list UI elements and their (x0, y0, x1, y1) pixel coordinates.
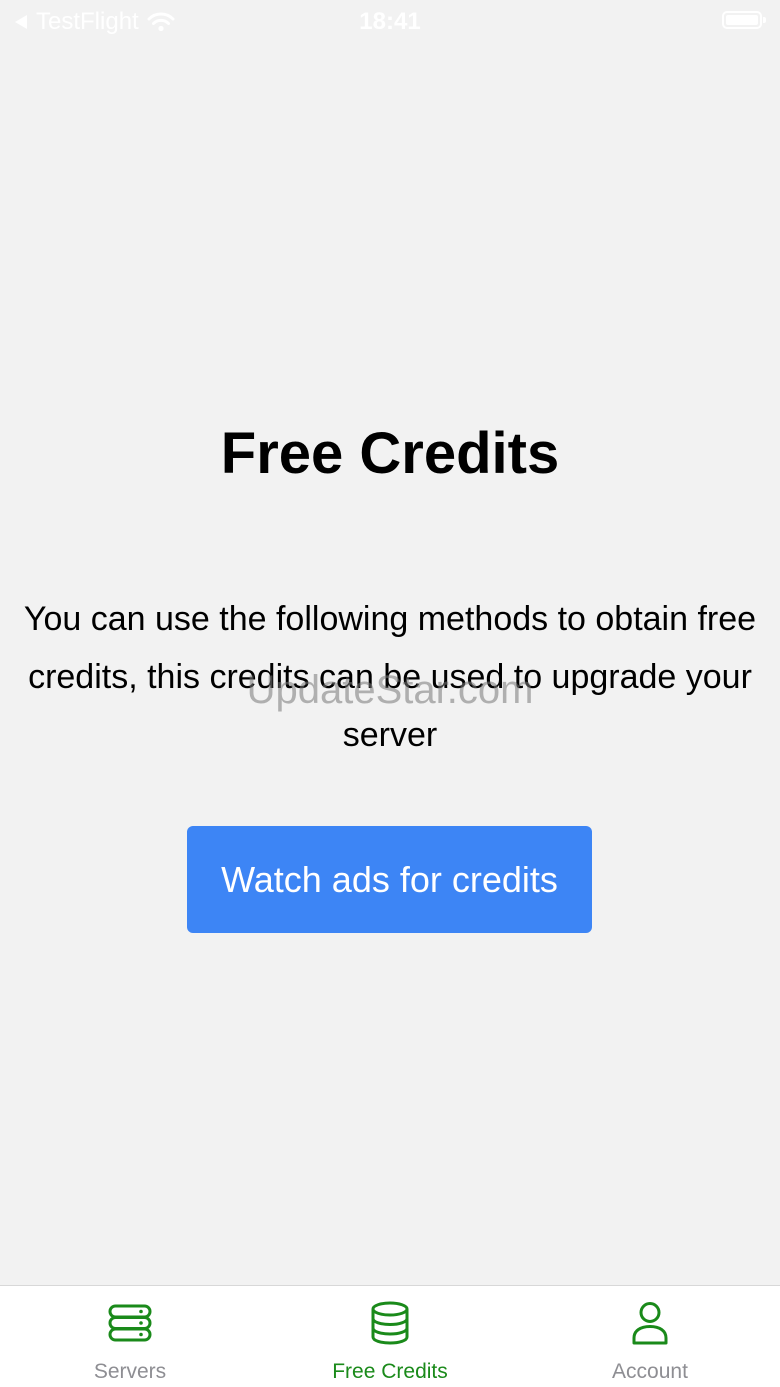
tab-bar: Servers Free Credits Account (0, 1285, 780, 1387)
server-icon (108, 1304, 152, 1342)
tab-free-credits[interactable]: Free Credits (260, 1286, 520, 1387)
page-title: Free Credits (220, 421, 560, 486)
battery-icon (722, 11, 766, 29)
tab-servers[interactable]: Servers (0, 1286, 260, 1387)
status-time: 18:41 (359, 8, 421, 35)
tab-account-label: Account (612, 1360, 688, 1383)
person-icon (632, 1302, 668, 1345)
credits-description: You can use the following methods to obt… (23, 600, 757, 754)
watch-ads-button[interactable]: Watch ads for credits (187, 826, 592, 933)
tab-free-credits-label: Free Credits (332, 1360, 448, 1383)
tab-servers-label: Servers (93, 1360, 167, 1383)
status-bar: TestFlight 18:41 (0, 0, 780, 44)
coins-database-icon (371, 1301, 409, 1345)
tab-account[interactable]: Account (520, 1286, 780, 1387)
free-credits-screen: TestFlight 18:41 Free Credits You can us… (0, 0, 780, 1387)
